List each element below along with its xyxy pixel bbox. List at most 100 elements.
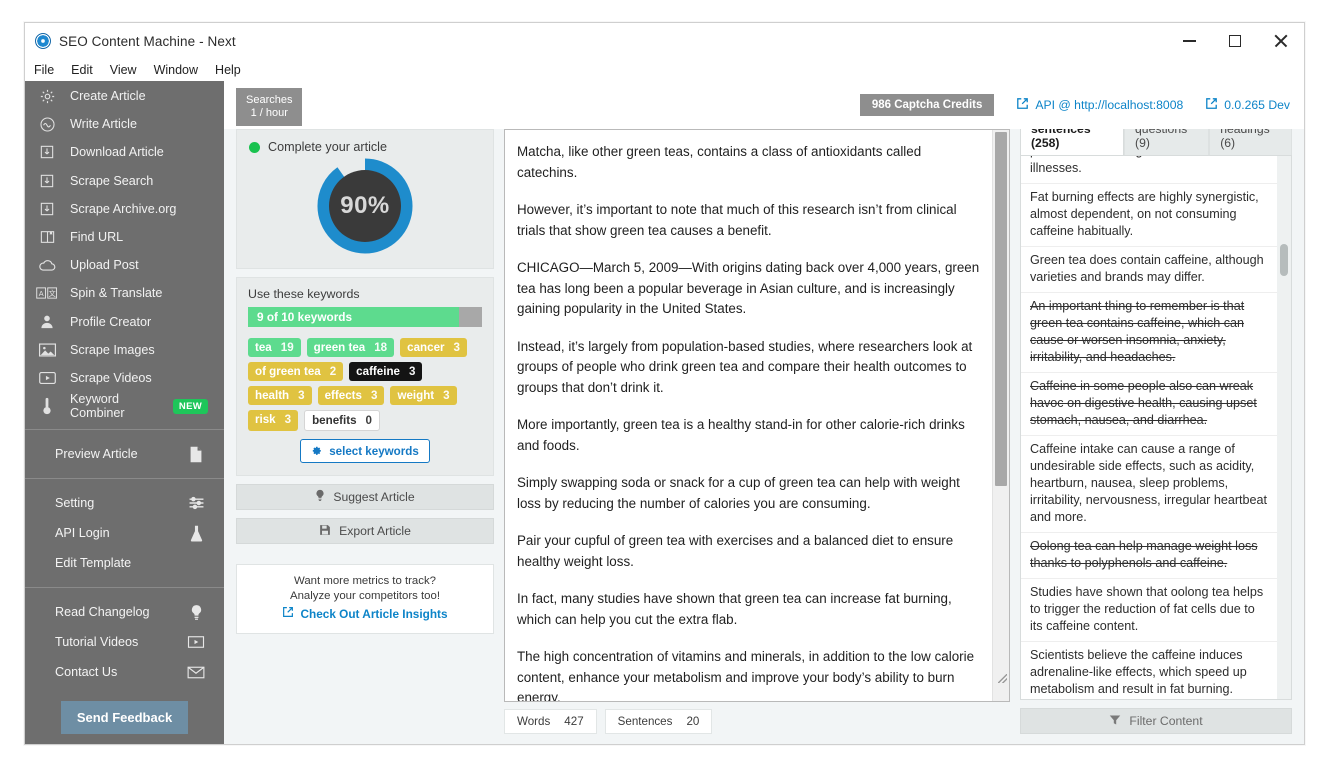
- article-paragraph: However, it’s important to note that muc…: [517, 202, 957, 238]
- words-stat: Words 427: [504, 709, 597, 734]
- sidebar-item-spin-translate[interactable]: A 文 Spin & Translate: [25, 279, 224, 307]
- app-root: SEO Content Machine - Next File Edit Vie…: [0, 0, 1328, 768]
- sidebar-item-scrape-images[interactable]: Scrape Images: [25, 336, 224, 364]
- keyword-tag[interactable]: health 3: [248, 386, 312, 405]
- sentence-list-item[interactable]: Green tea does contain caffeine, althoug…: [1021, 247, 1277, 293]
- sidebar-item-write-article[interactable]: Write Article: [25, 110, 224, 138]
- gear-icon: [36, 86, 58, 106]
- sidebar-item-profile-creator[interactable]: Profile Creator: [25, 308, 224, 336]
- sidebar-item-upload-post[interactable]: Upload Post: [25, 251, 224, 279]
- sidebar-item-label: Upload Post: [70, 258, 139, 273]
- sentence-list-item[interactable]: protective effects against a host of ill…: [1021, 156, 1277, 184]
- sentence-list-item[interactable]: Caffeine in some people also can wreak h…: [1021, 373, 1277, 436]
- sentence-list-item[interactable]: Scientists believe the caffeine induces …: [1021, 642, 1277, 699]
- insights-line-2: Analyze your competitors too!: [289, 590, 441, 602]
- words-value: 427: [564, 715, 584, 728]
- article-editor-text[interactable]: Matcha, like other green teas, contains …: [505, 130, 992, 701]
- completion-percent: 90%: [329, 170, 401, 242]
- keywords-card: Use these keywords 9 of 10 keywords tea 1…: [236, 277, 494, 476]
- complete-article-card: Complete your article 90%: [236, 129, 494, 269]
- menu-help[interactable]: Help: [215, 61, 250, 79]
- keywords-header: Use these keywords: [248, 287, 360, 301]
- keyword-count: 0: [365, 414, 372, 427]
- close-button[interactable]: [1258, 23, 1304, 59]
- window-body: Create Article Write Article Download Ar…: [25, 81, 1304, 744]
- app-logo-icon: [35, 33, 51, 49]
- menu-file[interactable]: File: [34, 61, 63, 79]
- keyword-tag[interactable]: caffeine 3: [349, 362, 423, 381]
- keyword-tag[interactable]: green tea 18: [306, 338, 395, 357]
- version-link[interactable]: 0.0.265 Dev: [1205, 97, 1290, 113]
- sidebar-item-label: Setting: [55, 496, 95, 511]
- sidebar-item-tutorial-videos[interactable]: Tutorial Videos: [25, 627, 224, 657]
- keyword-count: 2: [329, 365, 337, 378]
- keyword-tag[interactable]: effects 3: [317, 386, 385, 405]
- menu-window[interactable]: Window: [154, 61, 207, 79]
- keyword-term: effects: [324, 389, 362, 402]
- keyword-tag[interactable]: tea 19: [248, 338, 301, 357]
- sidebar: Create Article Write Article Download Ar…: [25, 81, 224, 744]
- editor-scrollbar[interactable]: [992, 130, 1009, 701]
- sidebar-item-label: Write Article: [70, 117, 137, 132]
- keyword-term: caffeine: [356, 365, 400, 378]
- select-keywords-button[interactable]: select keywords: [300, 439, 430, 463]
- keyword-tag[interactable]: cancer 3: [400, 338, 467, 357]
- filter-content-label: Filter Content: [1129, 714, 1203, 728]
- article-paragraph: In fact, many studies have shown that gr…: [517, 591, 952, 627]
- sidebar-item-scrape-archive[interactable]: Scrape Archive.org: [25, 195, 224, 223]
- sidebar-item-scrape-search[interactable]: Scrape Search: [25, 167, 224, 195]
- keyword-count: 3: [298, 389, 305, 402]
- editor-resize-grip[interactable]: [998, 674, 1007, 683]
- filter-content-button[interactable]: Filter Content: [1020, 708, 1292, 734]
- api-endpoint-link[interactable]: API @ http://localhost:8008: [1016, 97, 1183, 113]
- sidebar-item-label: Download Article: [70, 145, 164, 160]
- article-paragraph: Instead, it’s largely from population-ba…: [517, 338, 973, 395]
- minimize-button[interactable]: [1166, 23, 1212, 59]
- sidebar-item-setting[interactable]: Setting: [25, 488, 224, 518]
- keyword-count: 18: [374, 341, 388, 354]
- sidebar-item-label: Scrape Videos: [70, 370, 152, 385]
- sidebar-item-api-login[interactable]: API Login: [25, 518, 224, 548]
- suggest-article-button[interactable]: Suggest Article: [236, 484, 494, 510]
- sidebar-item-read-changelog[interactable]: Read Changelog: [25, 597, 224, 627]
- sidebar-item-find-url[interactable]: Find URL: [25, 223, 224, 251]
- top-bar: Searches 1 / hour 986 Captcha Credits AP…: [224, 81, 1304, 129]
- sentence-list-item[interactable]: Fat burning effects are highly synergist…: [1021, 184, 1277, 247]
- sidebar-item-contact-us[interactable]: Contact Us: [25, 657, 224, 687]
- keyword-tag[interactable]: of green tea 2: [248, 362, 344, 381]
- keyword-tag-list: tea 19 green tea 18 cancer 3 of green tea 2 caff…: [248, 338, 482, 431]
- sentence-list-item[interactable]: Studies have shown that oolong tea helps…: [1021, 579, 1277, 642]
- maximize-button[interactable]: [1212, 23, 1258, 59]
- keyword-tag[interactable]: weight 3: [390, 386, 457, 405]
- sidebar-item-edit-template[interactable]: Edit Template: [25, 548, 224, 578]
- article-editor[interactable]: Matcha, like other green teas, contains …: [504, 129, 1010, 702]
- select-keywords-label: select keywords: [329, 444, 419, 458]
- download-box-icon: [36, 171, 58, 191]
- menu-edit[interactable]: Edit: [71, 61, 102, 79]
- keyword-term: weight: [397, 389, 435, 402]
- export-article-button[interactable]: Export Article: [236, 518, 494, 544]
- menu-view[interactable]: View: [110, 61, 146, 79]
- sidebar-item-scrape-videos[interactable]: Scrape Videos: [25, 364, 224, 392]
- sentence-list-item[interactable]: Oolong tea can help manage weight loss t…: [1021, 533, 1277, 579]
- sentences-scrollbar-thumb[interactable]: [1280, 244, 1288, 276]
- window-title: SEO Content Machine - Next: [59, 33, 236, 49]
- sidebar-item-keyword-combiner[interactable]: Keyword Combiner NEW: [25, 392, 224, 420]
- send-feedback-button[interactable]: Send Feedback: [60, 701, 189, 734]
- keyword-tag[interactable]: benefits 0: [304, 410, 380, 431]
- sidebar-item-download-article[interactable]: Download Article: [25, 138, 224, 166]
- article-insights-link[interactable]: Check Out Article Insights: [282, 606, 448, 621]
- select-keywords-wrap: select keywords: [248, 439, 482, 463]
- complete-article-title: Complete your article: [268, 140, 387, 154]
- main-area: Searches 1 / hour 986 Captcha Credits AP…: [224, 81, 1304, 744]
- article-paragraph: Simply swapping soda or snack for a cup …: [517, 475, 960, 511]
- sidebar-item-create-article[interactable]: Create Article: [25, 82, 224, 110]
- sentence-list-item[interactable]: Caffeine intake can cause a range of und…: [1021, 436, 1277, 533]
- sidebar-item-preview-article[interactable]: Preview Article: [25, 439, 224, 469]
- svg-text:文: 文: [48, 289, 56, 298]
- sentences-scrollbar[interactable]: [1277, 156, 1291, 699]
- title-bar: SEO Content Machine - Next: [25, 23, 1304, 59]
- editor-scrollbar-thumb[interactable]: [995, 132, 1007, 487]
- sentence-list-item[interactable]: An important thing to remember is that g…: [1021, 293, 1277, 373]
- keyword-tag[interactable]: risk 3: [248, 410, 299, 431]
